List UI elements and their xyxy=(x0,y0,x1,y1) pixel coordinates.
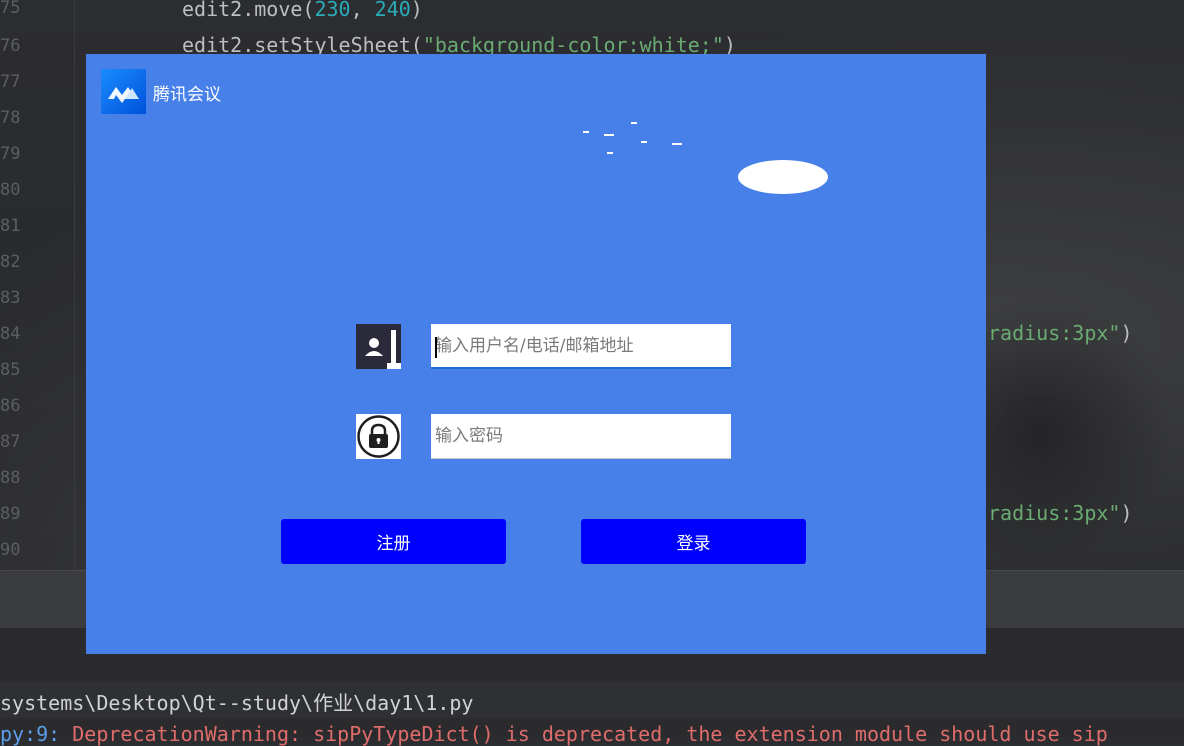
line-number: 77 xyxy=(0,72,21,92)
line-number: 81 xyxy=(0,216,21,236)
line-number-gutter: 75 76 77 78 79 80 81 82 83 84 85 86 87 8… xyxy=(0,0,75,570)
line-number: 88 xyxy=(0,468,21,488)
line-number: 79 xyxy=(0,144,21,164)
console-warning: py:9: DeprecationWarning: sipPyTypeDict(… xyxy=(0,722,1108,746)
line-number: 85 xyxy=(0,360,21,380)
line-number: 80 xyxy=(0,180,21,200)
login-button[interactable]: 登录 xyxy=(581,519,806,564)
user-icon xyxy=(356,324,401,369)
text-cursor xyxy=(435,337,437,358)
line-number: 76 xyxy=(0,36,21,56)
decoration xyxy=(631,122,637,124)
lock-icon xyxy=(356,414,401,459)
decoration xyxy=(672,143,682,145)
password-input[interactable] xyxy=(431,414,731,459)
code-line[interactable]: edit2.move(230, 240) xyxy=(182,0,423,21)
login-window: 腾讯会议 注册 登录 xyxy=(86,54,986,654)
decoration xyxy=(641,141,647,143)
decoration xyxy=(607,152,613,154)
line-number: 78 xyxy=(0,108,21,128)
username-input[interactable] xyxy=(431,324,731,369)
code-line[interactable]: radius:3px") xyxy=(988,501,1133,525)
register-button[interactable]: 注册 xyxy=(281,519,506,564)
line-number: 86 xyxy=(0,396,21,416)
tencent-meeting-logo-icon xyxy=(101,69,146,114)
line-number: 84 xyxy=(0,324,21,344)
line-number: 89 xyxy=(0,504,21,524)
line-number: 90 xyxy=(0,540,21,560)
decoration xyxy=(604,134,614,136)
cloud-decoration xyxy=(738,160,828,194)
console-path: systems\Desktop\Qt--study\作业\day1\1.py xyxy=(0,691,474,715)
line-number: 75 xyxy=(0,0,21,18)
line-number: 87 xyxy=(0,432,21,452)
code-line[interactable]: radius:3px") xyxy=(988,321,1133,345)
app-title: 腾讯会议 xyxy=(153,85,221,105)
line-number: 83 xyxy=(0,288,21,308)
decoration xyxy=(583,131,589,133)
line-number: 82 xyxy=(0,252,21,272)
